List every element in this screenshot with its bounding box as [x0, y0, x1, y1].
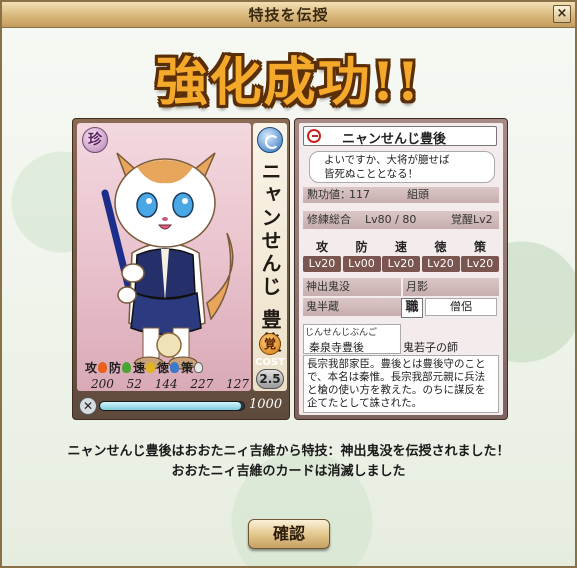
name-plate: ニャンせんじ豊後 [303, 126, 497, 147]
relation-role: 鬼若子の師 [403, 341, 458, 354]
level-bar-area: ✕ 1000 [77, 395, 287, 417]
quote-text: よいですか、大将が臆せば 皆死ぬこととなる！ [324, 154, 450, 180]
training-label: 修練総合 [307, 213, 351, 226]
skill-row-2: 鬼半蔵 職 僧侶 [303, 298, 499, 318]
dialog-window: 特技を伝授 × 強化成功!! 珍 攻 防 速 徳 策 200 52 144 22… [0, 0, 577, 568]
window-title: 特技を伝授 [248, 6, 329, 24]
virtue-stat-icon: 徳 [157, 359, 180, 375]
skill-rows: 神出鬼没 月影 鬼半蔵 職 僧侶 [303, 278, 499, 318]
speed-value: 144 [154, 377, 178, 391]
strategy-value: 127 [226, 377, 249, 391]
relation-name: 秦泉寺豊後 [309, 341, 364, 354]
cost-box: COST 2.5 [253, 357, 287, 393]
training-row: 修練総合 Lv80 / 80 覚醒Lv2 [303, 211, 499, 229]
awaken-level: 覚醒Lv2 [451, 213, 493, 226]
skill-3[interactable]: 鬼半蔵 [303, 298, 401, 316]
card-stat-values: 200 52 144 227 127 [83, 377, 251, 391]
level-bar [99, 401, 245, 411]
strategy-stat-icon: 策 [181, 359, 204, 375]
cost-value: 2.5 [256, 369, 284, 389]
card-name-column: ニャンせんじ 豊後 覚 [253, 123, 287, 391]
job-name: 僧侶 [425, 298, 497, 316]
merit-label: 勲功値： [307, 188, 351, 201]
merit-value: 117 [349, 188, 370, 201]
attack-value: 200 [91, 377, 114, 391]
swords-icon: ✕ [79, 397, 97, 415]
virtue-level: 徳 Lv20 [421, 238, 460, 274]
character-card: 珍 攻 防 速 徳 策 200 52 144 227 127 ニャンせんじ 豊後… [72, 118, 290, 420]
merit-row: 勲功値： 117 組頭 [303, 187, 499, 203]
cat-samurai-illustration [101, 152, 234, 370]
training-value: Lv80 / 80 [365, 213, 417, 226]
skill-2[interactable]: 月影 [403, 278, 499, 296]
rarity-badge: 珍 [82, 127, 108, 153]
strategy-level: 策 Lv20 [461, 238, 499, 274]
attack-stat-icon: 攻 [85, 359, 108, 375]
confirm-button[interactable]: 確認 [248, 519, 330, 549]
attack-level: 攻 Lv20 [303, 238, 341, 274]
info-panel: ニャンせんじ豊後 よいですか、大将が臆せば 皆死ぬこととなる！ 勲功値： 117… [294, 118, 508, 420]
skill-1[interactable]: 神出鬼没 [303, 278, 401, 296]
character-name: ニャンせんじ豊後 [342, 132, 447, 147]
virtue-value: 227 [190, 377, 214, 391]
card-stat-icons: 攻 防 速 徳 策 [85, 359, 251, 375]
card-artwork: 珍 攻 防 速 徳 策 200 52 144 227 127 [77, 123, 251, 391]
awaken-badge: 覚 [259, 333, 281, 355]
job-icon: 職 [401, 298, 423, 318]
biography-text: 長宗我部家臣。豊後とは豊後守のことで、本名は秦惟。長宗我部元親に兵法と槍の使い方… [303, 355, 499, 413]
close-button[interactable]: × [553, 5, 571, 23]
result-message-1: ニャンせんじ豊後はおおたニィ吉維から特技：神出鬼没を伝授されました！ [67, 444, 510, 459]
card-name: ニャンせんじ 豊後 [258, 161, 282, 355]
title-bar: 特技を伝授 × [2, 2, 575, 28]
cost-label: COST [255, 357, 285, 368]
result-message-2: おおたニィ吉維のカードは消滅しました [171, 464, 406, 479]
success-headline: 強化成功!! [155, 52, 422, 113]
level-bar-fill [100, 402, 242, 410]
quote-bubble: よいですか、大将が臆せば 皆死ぬこととなる！ [309, 151, 495, 183]
no-trade-icon [307, 129, 321, 143]
info-panel-inner: ニャンせんじ豊後 よいですか、大将が臆せば 皆死ぬこととなる！ 勲功値： 117… [299, 123, 503, 415]
skill-row-1: 神出鬼没 月影 [303, 278, 499, 296]
element-icon [257, 127, 283, 153]
defense-value: 52 [126, 377, 142, 391]
defense-stat-icon: 防 [109, 359, 132, 375]
relation-box: じんせんじぶんご 秦泉寺豊後 鬼若子の師 [303, 324, 499, 354]
rank-text: 組頭 [407, 188, 429, 201]
relation-reading: じんせんじぶんご [305, 328, 378, 338]
defense-level: 防 Lv00 [342, 238, 381, 274]
speed-stat-icon: 速 [133, 359, 156, 375]
level-value: 1000 [249, 397, 283, 412]
speed-level: 速 Lv20 [382, 238, 420, 274]
level-grid: 攻 Lv20 防 Lv00 速 Lv20 徳 Lv20 策 Lv20 [303, 238, 499, 274]
